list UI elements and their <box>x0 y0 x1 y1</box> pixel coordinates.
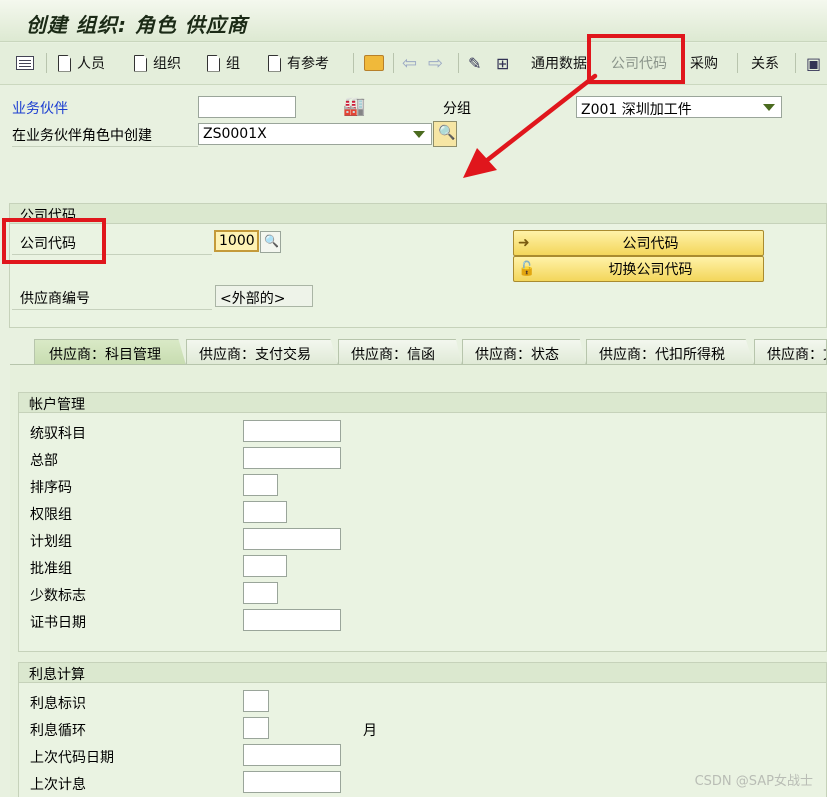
certificate-date-label: 证书日期 <box>30 615 86 631</box>
person-button-label: 人员 <box>77 56 105 72</box>
tab-status[interactable]: 供应商：状态 <box>462 339 586 365</box>
forward-button[interactable]: ⇨ <box>428 51 443 75</box>
more-button[interactable]: ▣ <box>806 51 821 75</box>
list-icon <box>16 56 34 70</box>
folder-icon <box>364 55 384 71</box>
interest-indicator-label: 利息标识 <box>30 696 86 712</box>
account-management-title: 帐户管理 <box>29 397 85 413</box>
switch-company-code-label: 切换公司代码 <box>608 262 693 278</box>
create-in-role-label: 在业务伙伴角色中创建 <box>12 128 152 144</box>
purchasing-button[interactable]: 采购 <box>690 51 718 75</box>
bp-input[interactable] <box>198 96 296 118</box>
reconciliation-account-label: 统驭科目 <box>30 426 86 442</box>
last-interest-run-label: 上次计息 <box>30 777 86 793</box>
relationships-button[interactable]: 关系 <box>751 51 779 75</box>
sort-key-label: 排序码 <box>30 480 72 496</box>
certificate-date-input[interactable] <box>243 609 341 631</box>
window-title: 创建 组织: 角色 供应商 <box>26 13 248 37</box>
company-code-input[interactable]: 1000 <box>214 230 259 252</box>
application-toolbar: 人员 组织 组 有参考 ⇦ ⇨ ✎ ⊞ 通用数据 公司代码 采购 关系 ▣ <box>0 43 827 85</box>
interest-calculation-title: 利息计算 <box>29 667 85 683</box>
last-key-date-input[interactable] <box>243 744 341 766</box>
sort-key-input[interactable] <box>243 474 278 496</box>
authorization-group-label: 权限组 <box>30 507 72 523</box>
arrow-right-icon: ⇨ <box>428 52 444 74</box>
head-office-label: 总部 <box>30 453 58 469</box>
tab-strip: 供应商：科目管理 供应商：支付交易 供应商：信函 供应商：状态 供应商：代扣所得… <box>10 339 827 365</box>
authorization-group-input[interactable] <box>243 501 287 523</box>
tab-withholding-tax[interactable]: 供应商：代扣所得税 <box>586 339 754 365</box>
list-view-button[interactable] <box>16 51 34 75</box>
bp-label[interactable]: 业务伙伴 <box>12 98 68 118</box>
back-button[interactable]: ⇦ <box>402 51 417 75</box>
new-document-icon <box>268 54 281 72</box>
company-code-search-button[interactable]: 🔍 <box>260 231 281 253</box>
company-code-button-label: 公司代码 <box>622 236 679 252</box>
unlock-icon: 🔓 <box>518 261 536 277</box>
with-reference-button[interactable]: 有参考 <box>268 51 329 75</box>
create-in-role-value: ZS0001X <box>203 126 267 142</box>
create-in-role-dropdown[interactable]: ZS0001X <box>198 123 432 145</box>
account-management-group: 帐户管理 <box>18 392 827 652</box>
head-office-input[interactable] <box>243 447 341 469</box>
watermark: CSDN @SAP女战士 <box>694 774 813 789</box>
planning-group-input[interactable] <box>243 528 341 550</box>
new-document-icon <box>134 54 147 72</box>
tab-more[interactable]: 供应商：文 <box>754 339 827 365</box>
magnifier-icon: 🔍 <box>264 234 279 248</box>
factory-icon[interactable]: 🏭 <box>343 96 365 117</box>
purchasing-label: 采购 <box>690 56 718 72</box>
switch-company-code-button[interactable]: 🔓 切换公司代码 <box>513 256 764 282</box>
open-button[interactable] <box>364 51 384 75</box>
title-bar: 创建 组织: 角色 供应商 <box>0 0 827 42</box>
last-key-date-label: 上次代码日期 <box>30 750 114 766</box>
relationships-label: 关系 <box>751 56 779 72</box>
tab-account-management[interactable]: 供应商：科目管理 <box>34 339 186 365</box>
arrow-left-icon: ⇦ <box>402 52 418 74</box>
annotation-arrow <box>463 73 598 178</box>
minority-indicator-input[interactable] <box>243 582 278 604</box>
planning-group-label: 计划组 <box>30 534 72 550</box>
select-company-code-icon: ➜ <box>518 235 530 251</box>
interest-indicator-input[interactable] <box>243 690 269 712</box>
person-card-icon: ▣ <box>806 53 822 73</box>
minority-indicator-label: 少数标志 <box>30 588 86 604</box>
vendor-no-field: <外部的> <box>215 285 313 307</box>
interest-cycle-label: 利息循环 <box>30 723 86 739</box>
new-document-icon <box>207 54 220 72</box>
tab-payment-transactions[interactable]: 供应商：支付交易 <box>186 339 338 365</box>
release-group-input[interactable] <box>243 555 287 577</box>
interest-cycle-input[interactable] <box>243 717 269 739</box>
with-reference-label: 有参考 <box>287 56 329 72</box>
company-code-button[interactable]: ➜ 公司代码 <box>513 230 764 256</box>
grouping-dropdown[interactable]: Z001 深圳加工件 <box>576 96 782 118</box>
new-document-icon <box>58 54 71 72</box>
release-group-label: 批准组 <box>30 561 72 577</box>
organization-button[interactable]: 组织 <box>134 51 181 75</box>
reconciliation-account-input[interactable] <box>243 420 341 442</box>
group-button-label: 组 <box>226 56 240 72</box>
chevron-down-icon <box>413 131 425 138</box>
find-button[interactable]: 🔍 <box>433 121 457 147</box>
vendor-no-label: 供应商编号 <box>20 291 90 307</box>
chevron-down-icon <box>763 104 775 111</box>
person-button[interactable]: 人员 <box>58 51 105 75</box>
organization-button-label: 组织 <box>153 56 181 72</box>
magnifier-icon: 🔍 <box>438 125 456 141</box>
group-button[interactable]: 组 <box>207 51 240 75</box>
month-label: 月 <box>363 723 377 739</box>
tab-correspondence[interactable]: 供应商：信函 <box>338 339 462 365</box>
last-interest-run-input[interactable] <box>243 771 341 793</box>
annotation-box-field <box>2 218 106 264</box>
